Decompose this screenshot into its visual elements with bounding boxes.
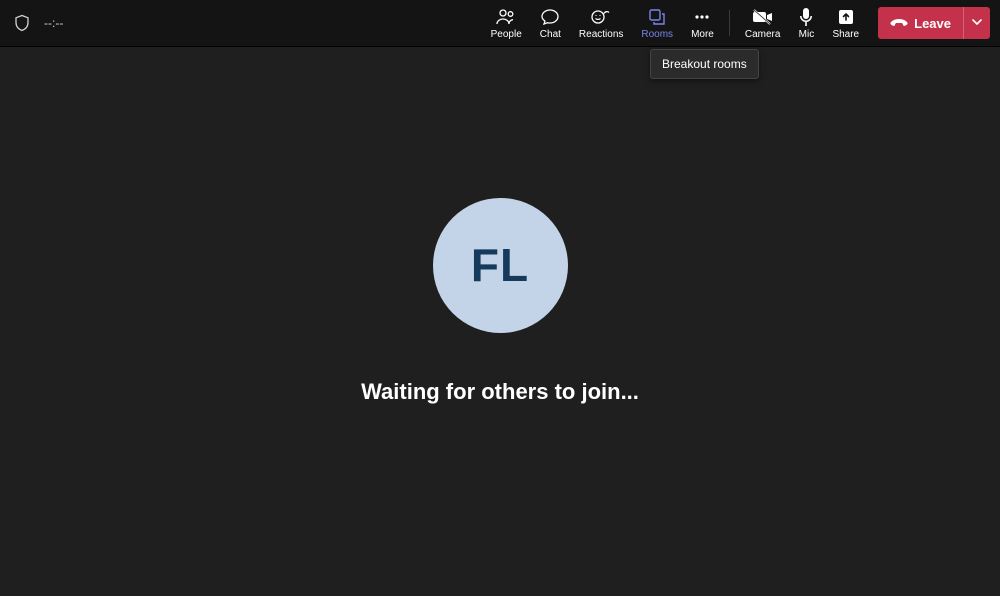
- call-timer: --:--: [44, 16, 63, 30]
- share-label: Share: [832, 30, 859, 40]
- reactions-button[interactable]: Reactions: [570, 0, 632, 46]
- rooms-label: Rooms: [641, 30, 673, 40]
- chat-icon: [540, 6, 560, 28]
- people-button[interactable]: People: [482, 0, 531, 46]
- toolbar-controls: People Chat Reactions Rooms More: [482, 0, 1000, 46]
- participant-avatar: FL: [433, 198, 568, 333]
- leave-button-group: Leave: [878, 0, 990, 46]
- more-button[interactable]: More: [682, 0, 723, 46]
- rooms-button[interactable]: Rooms: [632, 0, 682, 46]
- share-button[interactable]: Share: [823, 0, 868, 46]
- meeting-toolbar: --:-- People Chat Reactions Rooms: [0, 0, 1000, 47]
- camera-off-icon: [752, 6, 774, 28]
- chevron-down-icon: [972, 14, 982, 32]
- leave-button[interactable]: Leave: [878, 7, 963, 39]
- rooms-icon: [648, 6, 666, 28]
- chat-button[interactable]: Chat: [531, 0, 570, 46]
- avatar-initials: FL: [471, 238, 529, 292]
- reactions-label: Reactions: [579, 30, 623, 40]
- toolbar-left: --:--: [14, 14, 63, 32]
- leave-options-button[interactable]: [963, 7, 990, 39]
- camera-label: Camera: [745, 30, 781, 40]
- toolbar-divider: [729, 10, 730, 36]
- waiting-message: Waiting for others to join...: [361, 379, 639, 405]
- more-icon: [693, 6, 711, 28]
- chat-label: Chat: [540, 30, 561, 40]
- hangup-icon: [890, 16, 908, 31]
- reactions-icon: [590, 6, 612, 28]
- mic-button[interactable]: Mic: [789, 0, 823, 46]
- share-icon: [837, 6, 855, 28]
- mic-label: Mic: [799, 30, 815, 40]
- meeting-stage: FL Waiting for others to join...: [0, 46, 1000, 596]
- people-icon: [495, 6, 517, 28]
- people-label: People: [491, 30, 522, 40]
- camera-button[interactable]: Camera: [736, 0, 790, 46]
- shield-icon[interactable]: [14, 14, 30, 32]
- mic-icon: [798, 6, 814, 28]
- leave-label: Leave: [914, 16, 951, 31]
- more-label: More: [691, 30, 714, 40]
